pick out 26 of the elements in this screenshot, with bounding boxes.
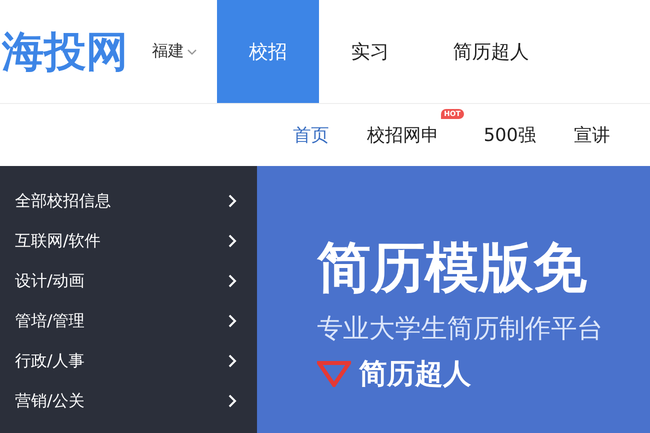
chevron-right-icon xyxy=(228,234,237,248)
category-item[interactable]: 互联网/软件 xyxy=(0,221,257,261)
nav-tab[interactable]: 简历超人 xyxy=(421,0,561,103)
city-dropdown[interactable]: 福建 xyxy=(152,41,197,62)
chevron-right-icon xyxy=(228,314,237,328)
diamond-logo-icon xyxy=(317,361,351,388)
chevron-right-icon xyxy=(228,394,237,408)
chevron-down-icon xyxy=(187,48,197,54)
nav-tab[interactable]: 校招 xyxy=(217,0,319,103)
banner-title: 简历模版免 xyxy=(317,238,588,298)
banner-subtitle: 专业大学生简历制作平台 xyxy=(317,313,604,346)
subnav-link[interactable]: 500强 xyxy=(466,123,554,147)
brand-name: 简历超人 xyxy=(359,360,471,388)
site-logo[interactable]: 海投网 xyxy=(0,24,128,80)
chevron-right-icon xyxy=(228,274,237,288)
subnav-link[interactable]: 宣讲 xyxy=(556,123,628,147)
category-item[interactable]: 设计/动画 xyxy=(0,261,257,301)
chevron-right-icon xyxy=(228,354,237,368)
chevron-right-icon xyxy=(228,194,237,208)
category-item[interactable]: 营销/公关 xyxy=(0,381,257,421)
category-item[interactable]: 管培/管理 xyxy=(0,301,257,341)
subnav-link[interactable]: 首页 xyxy=(275,123,347,147)
category-item[interactable]: 行政/人事 xyxy=(0,341,257,381)
category-item[interactable]: 全部校招信息 xyxy=(0,181,257,221)
nav-tab[interactable]: 实习 xyxy=(319,0,421,103)
subnav-link[interactable]: 校招网申 xyxy=(349,123,457,147)
